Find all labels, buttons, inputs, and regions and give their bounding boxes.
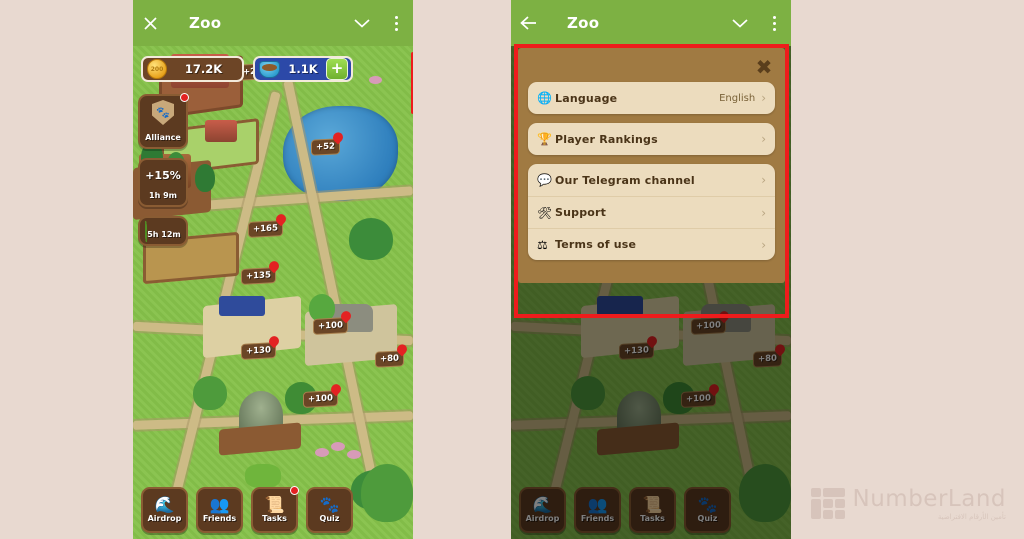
leaf-timer-badge[interactable]: 5h 12m xyxy=(138,216,188,246)
gain-badge[interactable]: +52 xyxy=(311,130,346,156)
alliance-shield-icon: 🐾 xyxy=(152,100,174,125)
coin-balance[interactable]: 200 17.2K xyxy=(141,56,244,82)
alliance-label: Alliance xyxy=(145,133,181,142)
nav-quiz[interactable]: 🐾 Quiz xyxy=(306,487,353,533)
bush xyxy=(315,448,329,457)
watermark-subtitle: تأمين الأرقام الافتراضية xyxy=(937,513,1006,521)
add-food-button[interactable]: + xyxy=(326,58,348,80)
boost-timer: 1h 9m xyxy=(149,191,177,200)
food-value: 1.1K xyxy=(288,62,318,76)
back-arrow-icon[interactable] xyxy=(511,0,545,46)
scroll-icon: 📜 xyxy=(264,495,285,514)
right-screenshot-panel: Zoo +100 +130 +80 +100 🌊 Ai xyxy=(511,0,791,539)
more-vertical-icon[interactable] xyxy=(379,0,413,46)
nav-label: Quiz xyxy=(319,514,340,523)
close-icon[interactable] xyxy=(133,0,167,46)
bush xyxy=(369,76,382,84)
nav-label: Tasks xyxy=(262,514,287,523)
gain-badge[interactable]: +130 xyxy=(241,334,281,360)
clover-patch xyxy=(245,464,281,488)
food-bowl-icon xyxy=(259,60,280,78)
boost-value: +15% xyxy=(145,169,181,182)
notification-dot xyxy=(290,486,299,495)
numberland-logo-icon xyxy=(810,488,845,521)
bush xyxy=(347,450,361,459)
parachute-icon: 🌊 xyxy=(154,495,175,514)
friends-icon: 👥 xyxy=(209,495,230,514)
notification-dot xyxy=(180,93,189,102)
nav-airdrop[interactable]: 🌊 Airdrop xyxy=(141,487,188,533)
game-map-left[interactable]: 200 17.2K 1.1K + 🐾 Alliance +15% 1h 9m 5… xyxy=(133,46,413,539)
nav-tasks[interactable]: 📜 Tasks xyxy=(251,486,299,533)
nav-label: Friends xyxy=(202,514,237,523)
gain-badge[interactable]: +165 xyxy=(248,212,288,238)
building-barn[interactable] xyxy=(205,120,237,142)
tree xyxy=(193,376,227,410)
more-vertical-icon[interactable] xyxy=(757,0,791,46)
building-savanna-shed[interactable] xyxy=(219,296,265,316)
app-header-left: Zoo xyxy=(133,0,413,46)
boost-badge[interactable]: +15% 1h 9m xyxy=(138,158,188,207)
tree-christmas xyxy=(349,218,393,260)
chevron-down-icon[interactable] xyxy=(723,0,757,46)
resource-bar: 200 17.2K 1.1K + xyxy=(141,56,353,82)
tree xyxy=(195,164,215,192)
watermark-name: NumberLand xyxy=(852,486,1006,512)
gain-badge[interactable]: +100 xyxy=(313,309,353,335)
app-title: Zoo xyxy=(567,14,600,32)
gain-badge[interactable]: +100 xyxy=(303,382,343,408)
paw-icon: 🐾 xyxy=(319,495,340,514)
food-balance[interactable]: 1.1K + xyxy=(253,56,353,82)
left-screenshot-panel: Zoo 200 17.2K 1.1K + 🐾 Alliance +15% 1h … xyxy=(133,0,413,539)
side-badge-stack: 🐾 Alliance +15% 1h 9m 5h 12m xyxy=(138,93,189,246)
coin-value: 17.2K xyxy=(184,62,223,76)
gain-badge[interactable]: +135 xyxy=(241,259,281,285)
leaf-timer: 5h 12m xyxy=(147,230,181,239)
bottom-nav-left: 🌊 Airdrop 👥 Friends 📜 Tasks 🐾 Quiz xyxy=(133,486,413,533)
nav-label: Airdrop xyxy=(147,514,182,523)
bush xyxy=(331,442,345,451)
highlight-box-hamburger xyxy=(411,52,413,114)
alliance-badge[interactable]: 🐾 Alliance xyxy=(138,93,189,149)
chevron-down-icon[interactable] xyxy=(345,0,379,46)
nav-friends[interactable]: 👥 Friends xyxy=(196,487,243,533)
coin-icon: 200 xyxy=(147,59,167,79)
watermark: NumberLand تأمين الأرقام الافتراضية xyxy=(810,486,1006,521)
gain-badge[interactable]: +80 xyxy=(375,342,410,368)
app-title: Zoo xyxy=(189,14,222,32)
app-header-right: Zoo xyxy=(511,0,791,46)
highlight-box-settings-menu xyxy=(514,44,789,318)
